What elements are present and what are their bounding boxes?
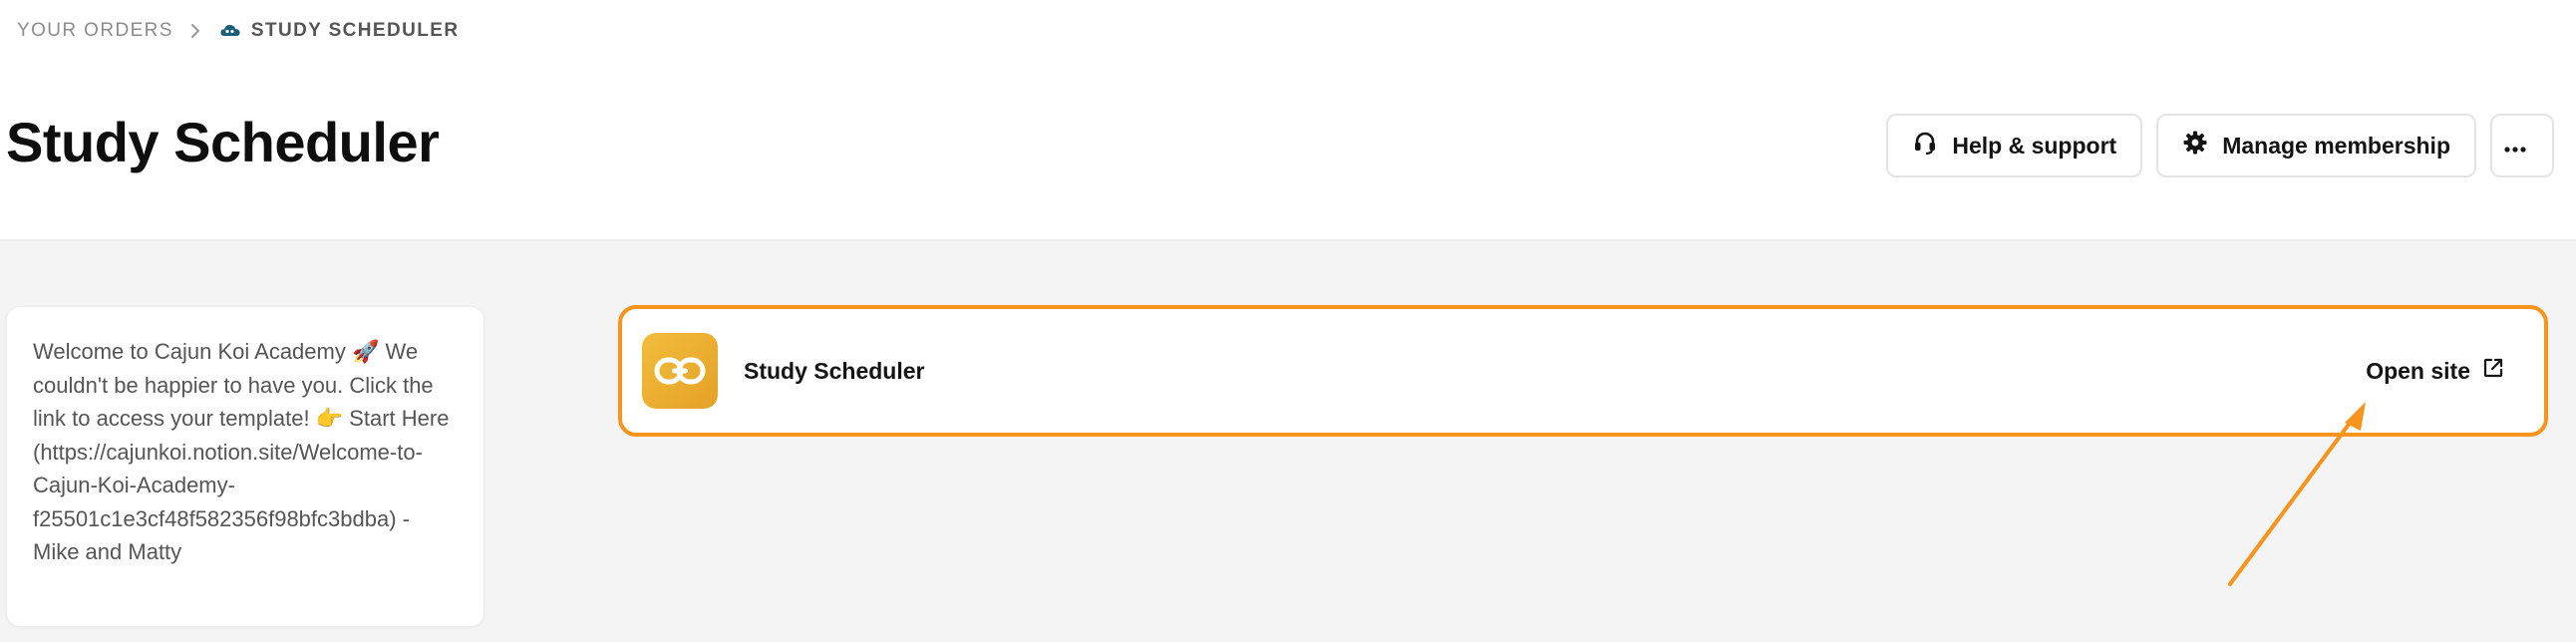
gear-icon xyxy=(2182,130,2222,161)
welcome-message: Welcome to Cajun Koi Academy 🚀 We couldn… xyxy=(33,339,450,564)
chevron-right-icon xyxy=(189,22,201,40)
header: YOUR ORDERS STUDY SCHEDULER Study Schedu… xyxy=(0,0,2576,241)
open-site-link[interactable]: Open site xyxy=(2366,357,2504,385)
help-support-label: Help & support xyxy=(1952,132,2117,159)
more-options-button[interactable] xyxy=(2490,114,2554,177)
header-actions: Help & support Manage membership xyxy=(1886,114,2554,177)
link-icon xyxy=(642,333,718,409)
product-card[interactable]: Study Scheduler Open site xyxy=(618,305,2548,437)
breadcrumb: YOUR ORDERS STUDY SCHEDULER xyxy=(17,18,459,44)
external-link-icon xyxy=(2470,357,2504,385)
help-support-button[interactable]: Help & support xyxy=(1886,114,2143,177)
product-name: Study Scheduler xyxy=(744,357,925,384)
page-title: Study Scheduler xyxy=(6,111,440,173)
manage-membership-label: Manage membership xyxy=(2222,132,2450,159)
headset-icon xyxy=(1912,130,1952,161)
manage-membership-button[interactable]: Manage membership xyxy=(2156,114,2476,177)
breadcrumb-current: STUDY SCHEDULER xyxy=(250,20,460,41)
cloud-logo-icon xyxy=(219,23,241,39)
main-content: Welcome to Cajun Koi Academy 🚀 We couldn… xyxy=(0,241,2576,642)
ellipsis-icon xyxy=(2503,133,2541,160)
breadcrumb-your-orders[interactable]: YOUR ORDERS xyxy=(17,20,173,42)
welcome-message-card: Welcome to Cajun Koi Academy 🚀 We couldn… xyxy=(6,306,484,627)
open-site-label: Open site xyxy=(2366,357,2470,384)
